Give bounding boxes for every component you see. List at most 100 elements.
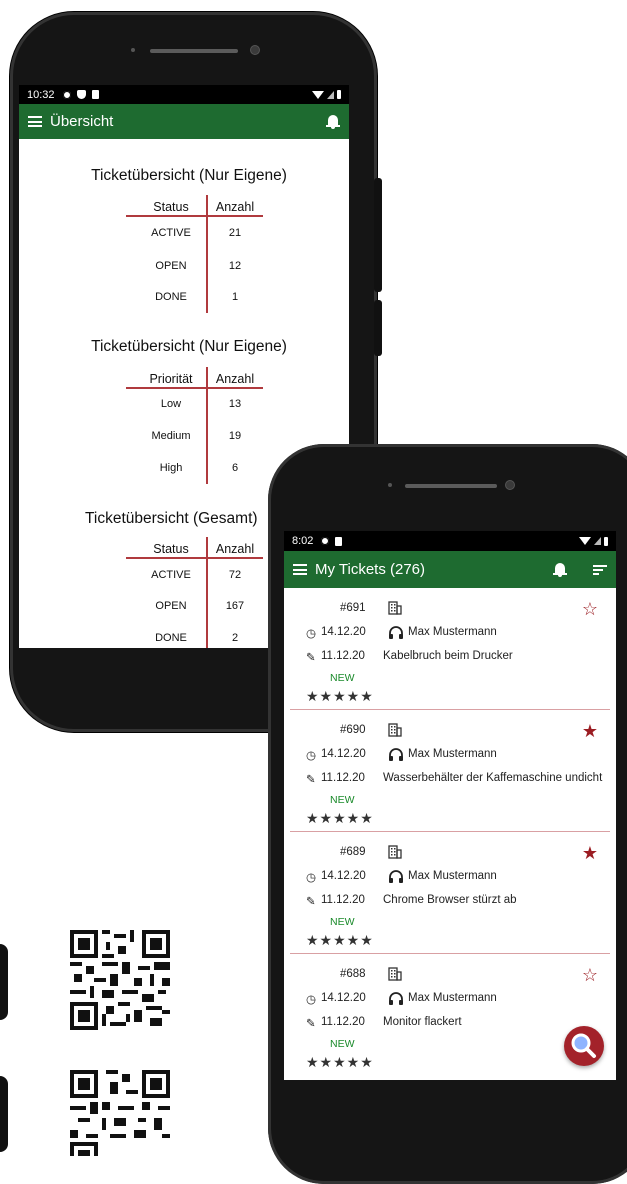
table-cell-label: High	[159, 462, 183, 474]
qr-code-icon	[70, 1070, 170, 1156]
qr-code-icon	[70, 930, 170, 1030]
table-cell-label: ACTIVE	[151, 227, 191, 239]
building-icon	[388, 723, 402, 737]
ticket-edited-date: 11.12.20	[321, 894, 365, 906]
clock-icon: ◷	[306, 872, 317, 884]
ticket-subject: Kabelbruch beim Drucker	[383, 650, 513, 662]
building-icon	[388, 601, 402, 615]
ticket-assignee: Max Mustermann	[408, 748, 497, 760]
notification-bell-icon[interactable]	[553, 562, 567, 578]
notification-bell-icon[interactable]	[326, 114, 340, 130]
ticket-rating: ★★★★★	[306, 1054, 374, 1070]
column-header-status: Status	[153, 200, 189, 214]
building-icon	[388, 845, 402, 859]
phone-side-button	[374, 178, 382, 292]
ticket-list: #691 ☆ ◷ 14.12.20 Max Mustermann ✎ 11.12…	[284, 588, 616, 1080]
phone-side-button	[374, 300, 382, 356]
pencil-icon: ✎	[306, 774, 316, 786]
table-cell-value: 21	[228, 227, 242, 239]
table-cell-value: 1	[231, 291, 239, 303]
ticket-edited-date: 11.12.20	[321, 650, 365, 662]
app-bar-title: My Tickets (276)	[315, 561, 426, 578]
menu-icon[interactable]	[293, 564, 307, 575]
section-title: Ticketübersicht (Gesamt)	[85, 510, 258, 527]
wifi-icon	[579, 537, 591, 545]
store-badge-edge	[0, 1076, 8, 1152]
ticket-edited-date: 11.12.20	[321, 1016, 365, 1028]
ticket-assignee: Max Mustermann	[408, 870, 497, 882]
clock-icon: ◷	[306, 628, 317, 640]
table-cell-label: OPEN	[155, 600, 187, 612]
pencil-icon: ✎	[306, 1018, 316, 1030]
column-header-count: Anzahl	[215, 200, 255, 214]
ticket-created-date: 14.12.20	[321, 748, 366, 760]
column-header-status: Status	[153, 542, 189, 556]
ticket-subject: Wasserbehälter der Kaffemaschine undicht	[383, 772, 603, 784]
phone-speaker	[405, 484, 497, 488]
ticket-number: #691	[340, 602, 366, 614]
sort-filter-icon[interactable]	[593, 564, 607, 575]
section-title: Ticketübersicht (Nur Eigene)	[91, 167, 287, 184]
table-cell-label: OPEN	[155, 260, 187, 272]
ticket-item[interactable]: #691 ☆ ◷ 14.12.20 Max Mustermann ✎ 11.12…	[284, 588, 616, 710]
favorite-star-icon[interactable]: ☆	[582, 966, 598, 984]
sim-card-status-icon	[335, 536, 343, 546]
headset-icon	[389, 870, 403, 883]
tickets-screen: 8:02 My Tickets (276) #691 ☆ ◷ 14.12.20 …	[284, 531, 616, 1080]
headset-icon	[389, 748, 403, 761]
table-cell-value: 2	[231, 632, 239, 644]
ticket-item[interactable]: #690 ★ ◷ 14.12.20 Max Mustermann ✎ 11.12…	[284, 710, 616, 832]
section-title: Ticketübersicht (Nur Eigene)	[91, 338, 287, 355]
ticket-subject: Monitor flackert	[383, 1016, 462, 1028]
signal-icon	[594, 537, 601, 545]
battery-icon	[604, 536, 608, 546]
table-cell-value: 6	[231, 462, 239, 474]
shield-status-icon	[76, 90, 86, 99]
table-cell-label: Low	[160, 398, 182, 410]
phone-camera	[250, 45, 260, 55]
ticket-status: NEW	[330, 1038, 355, 1050]
headset-icon	[389, 992, 403, 1005]
app-bar: Übersicht	[19, 104, 349, 139]
ticket-item[interactable]: #689 ★ ◷ 14.12.20 Max Mustermann ✎ 11.12…	[284, 832, 616, 954]
ticket-assignee: Max Mustermann	[408, 626, 497, 638]
signal-icon	[327, 90, 334, 99]
ticket-rating: ★★★★★	[306, 688, 374, 704]
column-header-count: Anzahl	[215, 542, 255, 556]
battery-icon	[337, 90, 341, 99]
ticket-rating: ★★★★★	[306, 932, 374, 948]
headset-icon	[389, 626, 403, 639]
table-cell-value: 19	[228, 430, 242, 442]
status-bar: 8:02	[284, 531, 616, 551]
app-bar: My Tickets (276)	[284, 551, 616, 588]
column-header-count: Anzahl	[215, 372, 255, 386]
menu-icon[interactable]	[28, 116, 42, 127]
table-cell-label: DONE	[155, 291, 187, 303]
table-cell-value: 12	[228, 260, 242, 272]
phone-sensor	[131, 48, 135, 52]
favorite-star-icon[interactable]: ★	[582, 722, 598, 740]
ticket-created-date: 14.12.20	[321, 870, 366, 882]
search-fab-button[interactable]	[564, 1026, 604, 1066]
table-cell-value: 72	[228, 569, 242, 581]
table-divider-horizontal	[126, 557, 263, 559]
clock-icon: ◷	[306, 994, 317, 1006]
table-cell-label: DONE	[155, 632, 187, 644]
table-cell-label: ACTIVE	[151, 569, 191, 581]
favorite-star-icon[interactable]: ☆	[582, 600, 598, 618]
status-time: 8:02	[292, 535, 314, 547]
ticket-edited-date: 11.12.20	[321, 772, 365, 784]
wifi-icon	[312, 90, 324, 99]
phone-speaker	[150, 49, 238, 53]
table-cell-label: Medium	[151, 430, 191, 442]
column-header-priority: Priorität	[149, 372, 193, 386]
ticket-status: NEW	[330, 672, 355, 684]
ticket-number: #689	[340, 846, 366, 858]
ticket-rating: ★★★★★	[306, 810, 374, 826]
ticket-number: #690	[340, 724, 366, 736]
settings-status-icon	[62, 90, 71, 99]
ticket-status: NEW	[330, 916, 355, 928]
favorite-star-icon[interactable]: ★	[582, 844, 598, 862]
phone-camera	[505, 480, 515, 490]
app-bar-title: Übersicht	[50, 113, 114, 130]
